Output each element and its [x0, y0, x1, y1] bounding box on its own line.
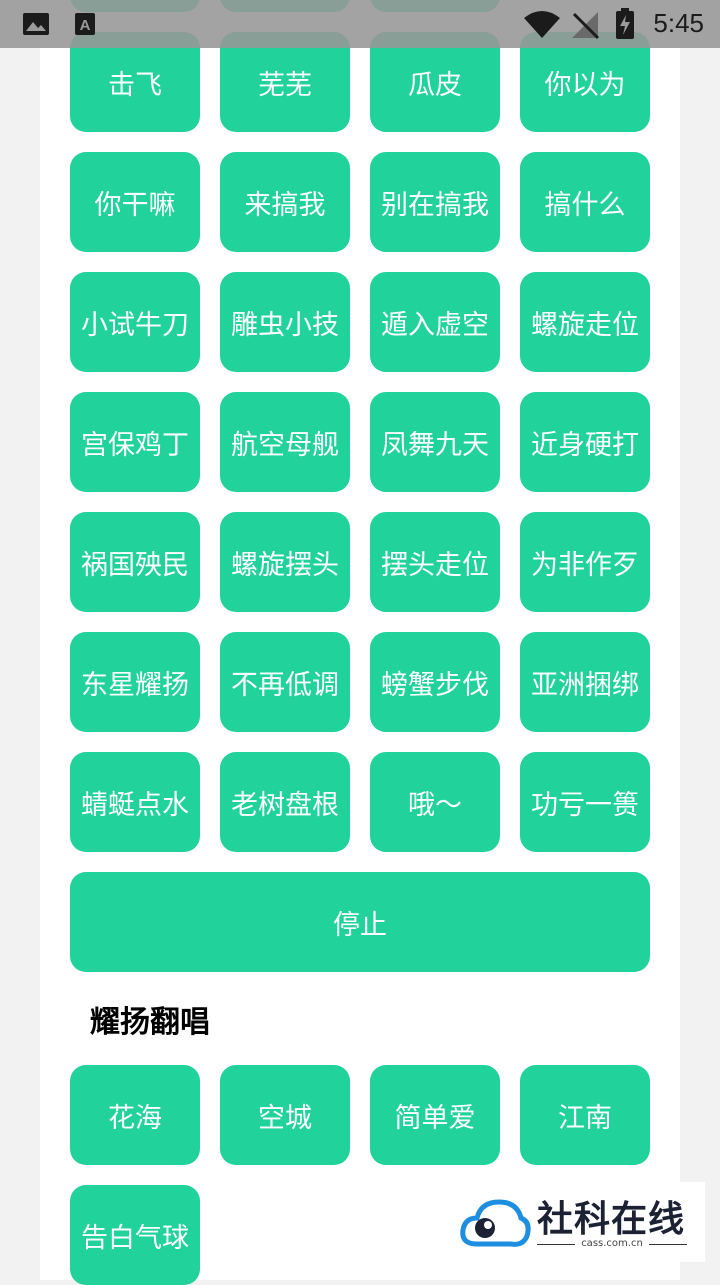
font-a-icon: A: [75, 13, 95, 35]
section-title: 耀扬翻唱: [90, 1005, 210, 1040]
watermark-text: 社科在线: [537, 1198, 686, 1240]
sound-button[interactable]: 不再低调: [220, 632, 350, 732]
clock: 5:45: [653, 8, 704, 38]
sound-button[interactable]: 宫保鸡丁: [70, 392, 200, 492]
song-button[interactable]: 花海: [70, 1065, 200, 1165]
sound-button[interactable]: 摆头走位: [370, 512, 500, 612]
sound-button[interactable]: 老树盘根: [220, 752, 350, 852]
song-button[interactable]: 江南: [520, 1065, 650, 1165]
sound-button[interactable]: 来搞我: [220, 152, 350, 252]
sound-button[interactable]: 遁入虚空: [370, 272, 500, 372]
svg-text:A: A: [80, 17, 91, 34]
image-icon: [23, 13, 49, 35]
watermark-subtext: cass.com.cn: [581, 1238, 643, 1249]
song-button[interactable]: 空城: [220, 1065, 350, 1165]
sound-button[interactable]: 你干嘛: [70, 152, 200, 252]
battery-charging-icon: [616, 8, 634, 39]
sound-button[interactable]: 别在搞我: [370, 152, 500, 252]
no-signal-icon: [572, 12, 600, 40]
sound-button[interactable]: 功亏一篑: [520, 752, 650, 852]
stop-button[interactable]: 停止: [70, 872, 650, 972]
sound-button[interactable]: 航空母舰: [220, 392, 350, 492]
cloud-eye-logo-icon: [460, 1199, 531, 1247]
sound-button[interactable]: 雕虫小技: [220, 272, 350, 372]
watermark: 社科在线 cass.com.cn: [455, 1182, 705, 1262]
sound-button[interactable]: 搞什么: [520, 152, 650, 252]
sound-button[interactable]: 东星耀扬: [70, 632, 200, 732]
status-bar: A 5:45: [0, 0, 720, 48]
sound-button[interactable]: 螺旋摆头: [220, 512, 350, 612]
sound-button[interactable]: 为非作歹: [520, 512, 650, 612]
sound-button[interactable]: 凤舞九天: [370, 392, 500, 492]
sound-button[interactable]: 亚洲捆绑: [520, 632, 650, 732]
sound-button[interactable]: 螃蟹步伐: [370, 632, 500, 732]
sound-button[interactable]: 近身硬打: [520, 392, 650, 492]
sound-button[interactable]: 蜻蜓点水: [70, 752, 200, 852]
wifi-icon: [524, 11, 560, 38]
sound-button[interactable]: 祸国殃民: [70, 512, 200, 612]
song-button[interactable]: 简单爱: [370, 1065, 500, 1165]
sound-button[interactable]: 螺旋走位: [520, 272, 650, 372]
sound-button[interactable]: 小试牛刀: [70, 272, 200, 372]
sound-button[interactable]: 哦～: [370, 752, 500, 852]
song-button[interactable]: 告白气球: [70, 1185, 200, 1285]
